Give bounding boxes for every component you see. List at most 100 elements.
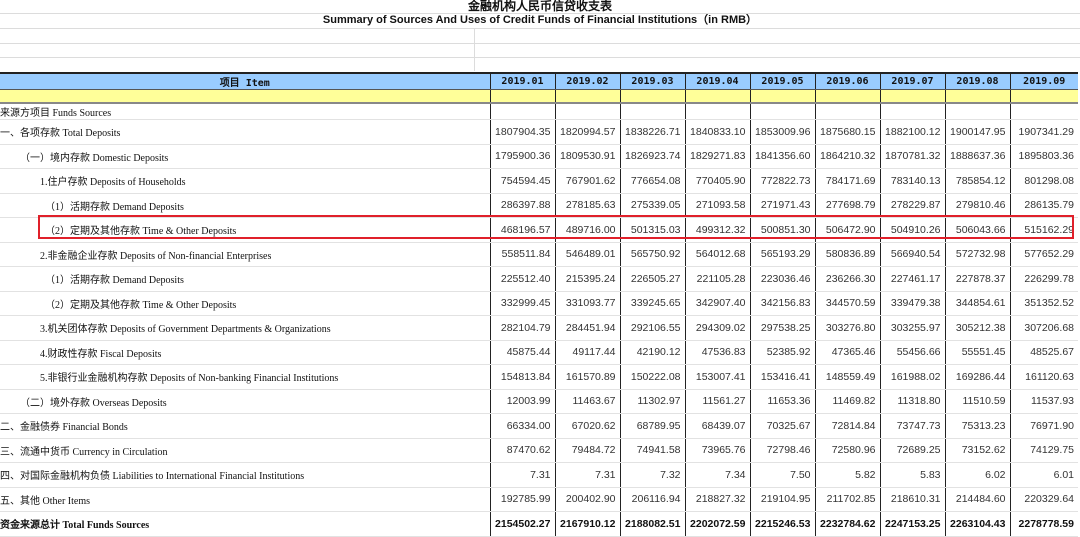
- value-cell[interactable]: 11561.27: [684, 389, 750, 414]
- value-cell[interactable]: 292106.55: [619, 315, 685, 341]
- row-label[interactable]: 3.机关团体存款 Deposits of Government Departme…: [0, 315, 490, 341]
- value-cell[interactable]: 45875.44: [489, 340, 555, 365]
- value-cell[interactable]: 66334.00: [489, 413, 555, 439]
- column-header-item[interactable]: 项目 Item: [0, 72, 490, 90]
- value-cell[interactable]: 776654.08: [619, 168, 685, 194]
- row-label[interactable]: 2.非金融企业存款 Deposits of Non-financial Ente…: [0, 242, 490, 267]
- row-label[interactable]: （1）活期存款 Demand Deposits: [0, 193, 490, 218]
- value-cell[interactable]: 565193.29: [749, 242, 815, 267]
- row-label[interactable]: 来源方项目 Funds Sources: [0, 103, 490, 120]
- value-cell[interactable]: 169286.44: [944, 364, 1010, 390]
- value-cell[interactable]: 70325.67: [749, 413, 815, 439]
- value-cell[interactable]: 226299.78: [1009, 266, 1078, 292]
- value-cell[interactable]: 227461.17: [879, 266, 945, 292]
- value-cell[interactable]: 297538.25: [749, 315, 815, 341]
- value-cell[interactable]: 6.01: [1009, 462, 1078, 488]
- value-cell[interactable]: 72814.84: [814, 413, 880, 439]
- value-cell[interactable]: 161570.89: [554, 364, 620, 390]
- value-cell[interactable]: 279810.46: [944, 193, 1010, 218]
- value-cell[interactable]: 307206.68: [1009, 315, 1078, 341]
- value-cell[interactable]: 47536.83: [684, 340, 750, 365]
- value-cell[interactable]: 1840833.10: [684, 119, 750, 145]
- value-cell[interactable]: 754594.45: [489, 168, 555, 194]
- value-cell[interactable]: 219104.95: [749, 487, 815, 512]
- value-cell[interactable]: 148559.49: [814, 364, 880, 390]
- value-cell[interactable]: [619, 103, 685, 120]
- value-cell[interactable]: 294309.02: [684, 315, 750, 341]
- value-cell[interactable]: 42190.12: [619, 340, 685, 365]
- value-cell[interactable]: 11302.97: [619, 389, 685, 414]
- column-header-month[interactable]: 2019.08: [944, 72, 1010, 90]
- value-cell[interactable]: 767901.62: [554, 168, 620, 194]
- column-header-month[interactable]: 2019.02: [554, 72, 620, 90]
- value-cell[interactable]: 572732.98: [944, 242, 1010, 267]
- value-cell[interactable]: [489, 103, 555, 120]
- value-cell[interactable]: 214484.60: [944, 487, 1010, 512]
- value-cell[interactable]: 161988.02: [879, 364, 945, 390]
- value-cell[interactable]: 1795900.36: [489, 144, 555, 169]
- row-label[interactable]: 五、其他 Other Items: [0, 487, 490, 512]
- value-cell[interactable]: 55456.66: [879, 340, 945, 365]
- value-cell[interactable]: 770405.90: [684, 168, 750, 194]
- value-cell[interactable]: 546489.01: [554, 242, 620, 267]
- value-cell[interactable]: 339479.38: [879, 291, 945, 316]
- value-cell[interactable]: 1838226.71: [619, 119, 685, 145]
- value-cell[interactable]: 75313.23: [944, 413, 1010, 439]
- value-cell[interactable]: 72798.46: [749, 438, 815, 463]
- value-cell[interactable]: 2154502.27: [489, 511, 555, 537]
- value-cell[interactable]: 2278778.59: [1009, 511, 1078, 537]
- column-header-month[interactable]: 2019.05: [749, 72, 815, 90]
- value-cell[interactable]: 1907341.29: [1009, 119, 1078, 145]
- value-cell[interactable]: 153007.41: [684, 364, 750, 390]
- value-cell[interactable]: 277698.79: [814, 193, 880, 218]
- value-cell[interactable]: 331093.77: [554, 291, 620, 316]
- value-cell[interactable]: 211702.85: [814, 487, 880, 512]
- value-cell[interactable]: 48525.67: [1009, 340, 1078, 365]
- value-cell[interactable]: 72580.96: [814, 438, 880, 463]
- value-cell[interactable]: 47365.46: [814, 340, 880, 365]
- value-cell[interactable]: 221105.28: [684, 266, 750, 292]
- column-header-month[interactable]: 2019.06: [814, 72, 880, 90]
- value-cell[interactable]: 275339.05: [619, 193, 685, 218]
- value-cell[interactable]: 12003.99: [489, 389, 555, 414]
- value-cell[interactable]: 506043.66: [944, 217, 1010, 243]
- value-cell[interactable]: 500851.30: [749, 217, 815, 243]
- value-cell[interactable]: 344854.61: [944, 291, 1010, 316]
- value-cell[interactable]: 200402.90: [554, 487, 620, 512]
- value-cell[interactable]: 7.50: [749, 462, 815, 488]
- value-cell[interactable]: 2247153.25: [879, 511, 945, 537]
- value-cell[interactable]: 1875680.15: [814, 119, 880, 145]
- value-cell[interactable]: 1829271.83: [684, 144, 750, 169]
- value-cell[interactable]: 772822.73: [749, 168, 815, 194]
- value-cell[interactable]: 1864210.32: [814, 144, 880, 169]
- value-cell[interactable]: 1807904.35: [489, 119, 555, 145]
- value-cell[interactable]: 278185.63: [554, 193, 620, 218]
- value-cell[interactable]: 2167910.12: [554, 511, 620, 537]
- value-cell[interactable]: 225512.40: [489, 266, 555, 292]
- value-cell[interactable]: 1841356.60: [749, 144, 815, 169]
- value-cell[interactable]: 87470.62: [489, 438, 555, 463]
- value-cell[interactable]: 489716.00: [554, 217, 620, 243]
- value-cell[interactable]: 52385.92: [749, 340, 815, 365]
- value-cell[interactable]: [1009, 103, 1078, 120]
- value-cell[interactable]: 580836.89: [814, 242, 880, 267]
- column-header-month[interactable]: 2019.04: [684, 72, 750, 90]
- value-cell[interactable]: 2188082.51: [619, 511, 685, 537]
- row-label[interactable]: 1.住户存款 Deposits of Households: [0, 168, 490, 194]
- value-cell[interactable]: [944, 103, 1010, 120]
- value-cell[interactable]: 286397.88: [489, 193, 555, 218]
- value-cell[interactable]: 79484.72: [554, 438, 620, 463]
- value-cell[interactable]: 499312.32: [684, 217, 750, 243]
- value-cell[interactable]: 506472.90: [814, 217, 880, 243]
- row-label[interactable]: （二）境外存款 Overseas Deposits: [0, 389, 490, 414]
- value-cell[interactable]: 564012.68: [684, 242, 750, 267]
- row-label[interactable]: （1）活期存款 Demand Deposits: [0, 266, 490, 292]
- value-cell[interactable]: 1809530.91: [554, 144, 620, 169]
- value-cell[interactable]: 515162.29: [1009, 217, 1078, 243]
- value-cell[interactable]: 73747.73: [879, 413, 945, 439]
- value-cell[interactable]: 2215246.53: [749, 511, 815, 537]
- value-cell[interactable]: 801298.08: [1009, 168, 1078, 194]
- value-cell[interactable]: [814, 103, 880, 120]
- value-cell[interactable]: 7.34: [684, 462, 750, 488]
- value-cell[interactable]: 565750.92: [619, 242, 685, 267]
